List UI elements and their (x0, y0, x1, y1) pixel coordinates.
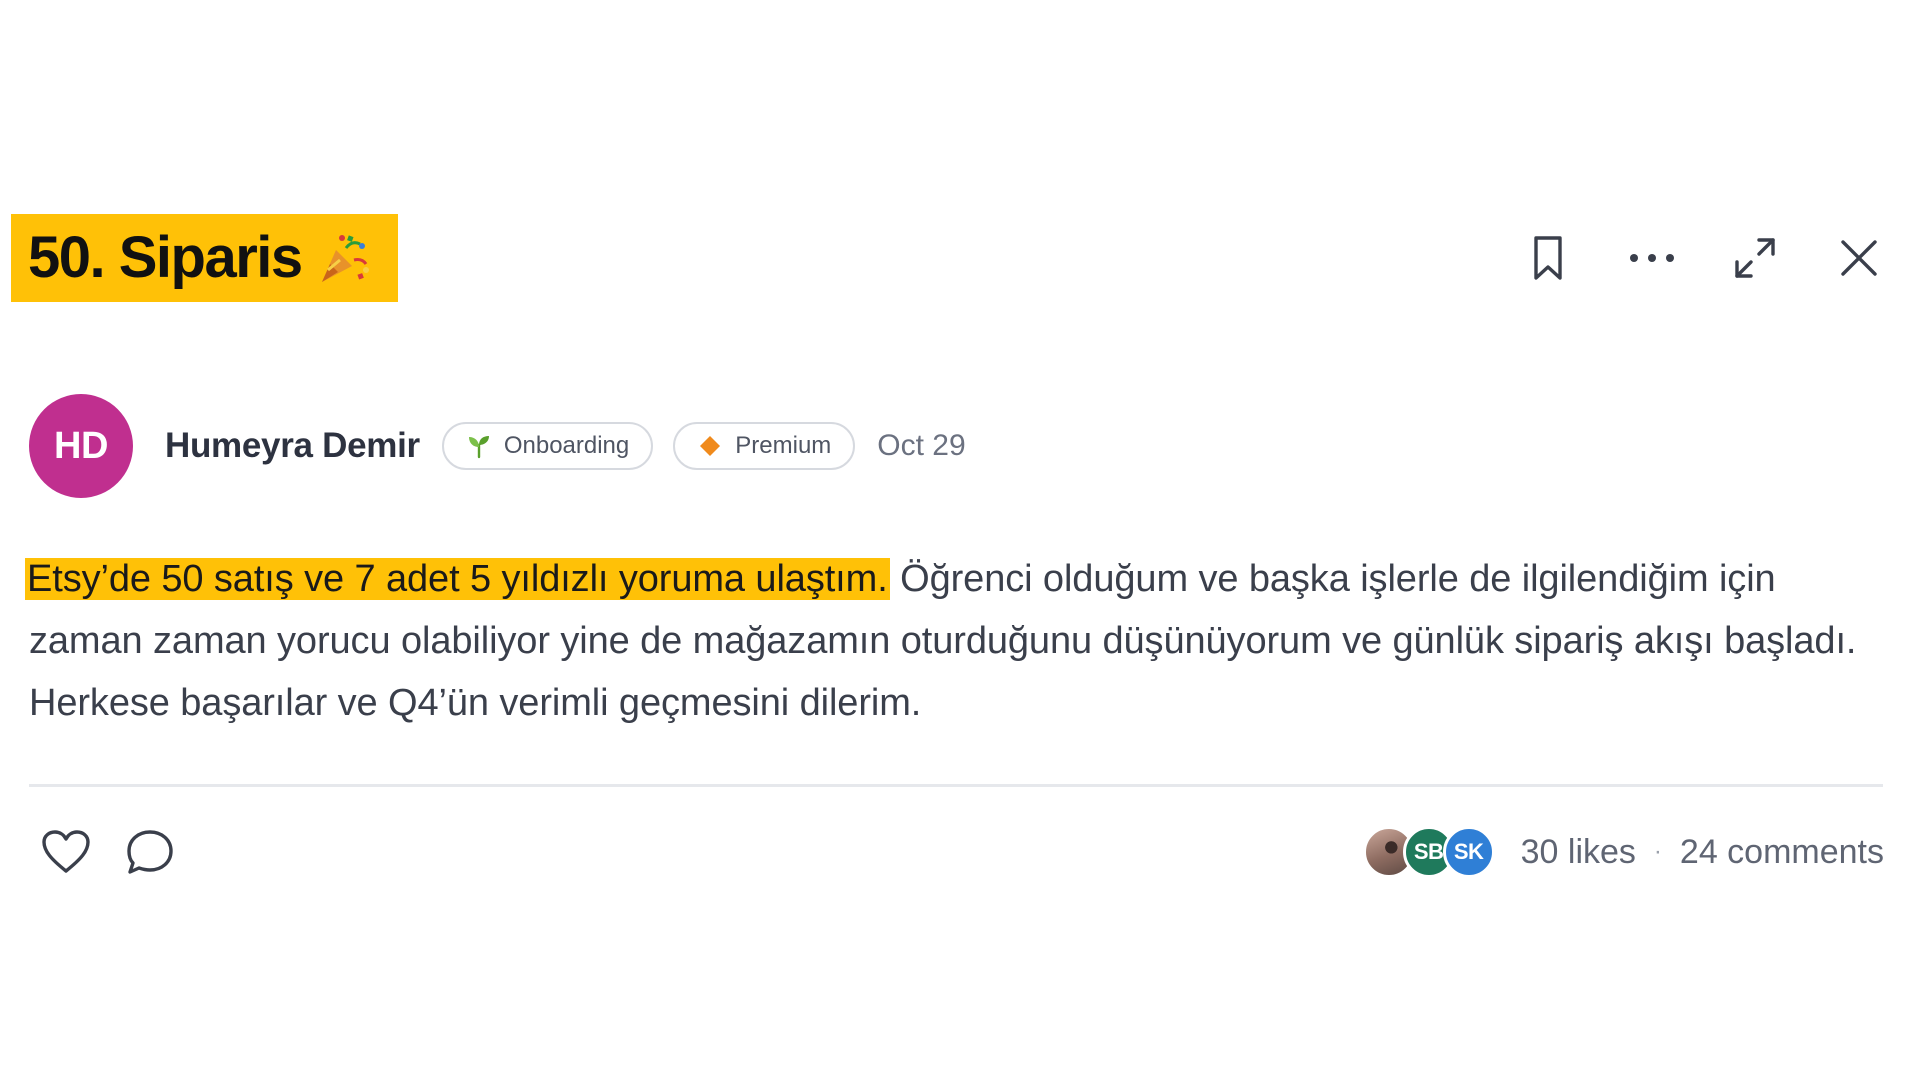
sprout-icon (466, 433, 492, 459)
reactor-initials: SB (1413, 839, 1444, 864)
post-actions (1520, 230, 1920, 290)
author-name[interactable]: Humeyra Demir (165, 426, 420, 466)
expand-button[interactable] (1727, 230, 1783, 286)
badge-premium[interactable]: Premium (673, 422, 856, 470)
bookmark-button[interactable] (1520, 230, 1576, 286)
reactor-initials: SK (1453, 839, 1484, 864)
expand-icon (1735, 238, 1775, 278)
badge-label: Premium (735, 432, 832, 459)
more-icon (1630, 254, 1674, 262)
author-row: HD Humeyra Demir Onboarding Premium Oct … (29, 393, 966, 499)
close-icon (1841, 240, 1877, 276)
post-modal: 50. Siparis HD Humeyra Demir Onboarding … (0, 0, 1920, 1080)
divider (29, 784, 1883, 787)
post-title: 50. Siparis (28, 225, 303, 290)
author-avatar[interactable]: HD (29, 394, 133, 498)
post-footer-actions (36, 822, 204, 882)
heart-icon (42, 830, 90, 873)
highlighted-text: Etsy’de 50 satış ve 7 adet 5 yıldızlı yo… (25, 558, 890, 600)
author-initials: HD (54, 424, 108, 467)
bookmark-icon (1534, 236, 1562, 280)
like-button[interactable] (36, 822, 96, 882)
stats-separator: · (1653, 838, 1662, 865)
diamond-icon (697, 433, 723, 459)
post-date: Oct 29 (877, 429, 966, 462)
post-title-highlight: 50. Siparis (11, 214, 398, 302)
party-popper-icon (314, 228, 374, 288)
reactor-avatar: SK (1442, 826, 1495, 878)
badge-label: Onboarding (503, 432, 630, 459)
reactor-avatars[interactable]: SB SK (1362, 826, 1495, 878)
likes-count[interactable]: 30 likes (1521, 833, 1636, 872)
comment-button[interactable] (120, 822, 180, 882)
comment-icon (127, 830, 173, 874)
close-button[interactable] (1831, 230, 1887, 286)
post-stats: SB SK 30 likes · 24 comments (1362, 822, 1884, 882)
more-options-button[interactable] (1624, 230, 1680, 286)
post-body: Etsy’de 50 satış ve 7 adet 5 yıldızlı yo… (25, 548, 1889, 734)
comments-count[interactable]: 24 comments (1680, 833, 1884, 872)
badge-onboarding[interactable]: Onboarding (441, 422, 654, 470)
